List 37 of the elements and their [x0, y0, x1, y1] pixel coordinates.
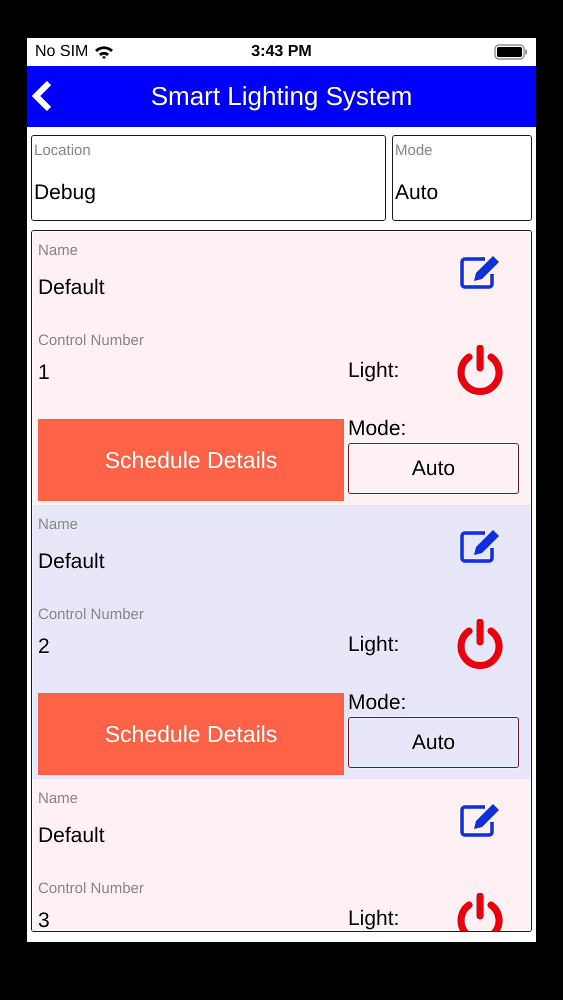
name-value: Default: [38, 275, 106, 301]
light-label: Light:: [348, 358, 400, 384]
field-label: Control Number: [38, 331, 145, 351]
mode-label: Mode:: [348, 690, 408, 716]
field-label: Mode: [395, 141, 434, 161]
power-icon[interactable]: [455, 345, 505, 397]
edit-icon[interactable]: [459, 803, 501, 837]
filter-field[interactable]: Mode Auto: [392, 135, 532, 221]
mode-label: Mode:: [348, 416, 408, 442]
edit-icon[interactable]: [459, 529, 501, 563]
back-icon: [31, 80, 53, 112]
power-icon[interactable]: [455, 893, 505, 931]
window-title: Smart Lighting System: [150, 80, 412, 113]
battery-icon: [494, 44, 528, 60]
power-icon[interactable]: [455, 619, 505, 671]
number-value: 3: [38, 908, 51, 931]
name-value: Default: [38, 549, 106, 575]
clock: 3:43 PM: [251, 42, 312, 62]
name-value: Default: [38, 823, 106, 849]
edit-icon[interactable]: [459, 255, 501, 289]
light-label: Light:: [348, 632, 400, 658]
wifi-icon: [94, 45, 114, 59]
number-value: 2: [38, 634, 51, 660]
field-label: Name: [38, 515, 80, 535]
filter-field[interactable]: Location Debug: [31, 135, 386, 221]
field-label: Control Number: [38, 879, 145, 899]
field-label: Name: [38, 789, 80, 809]
light-label: Light:: [348, 906, 400, 931]
field-label: Name: [38, 241, 80, 261]
field-label: Location: [34, 141, 92, 161]
number-value: 1: [38, 360, 51, 386]
carrier-label: No SIM: [35, 42, 88, 62]
mode-selector[interactable]: Auto: [348, 443, 519, 494]
mode-selector[interactable]: Auto: [348, 717, 519, 768]
field-value: Auto: [395, 180, 440, 206]
field-value: Debug: [34, 180, 97, 206]
field-label: Control Number: [38, 605, 145, 625]
